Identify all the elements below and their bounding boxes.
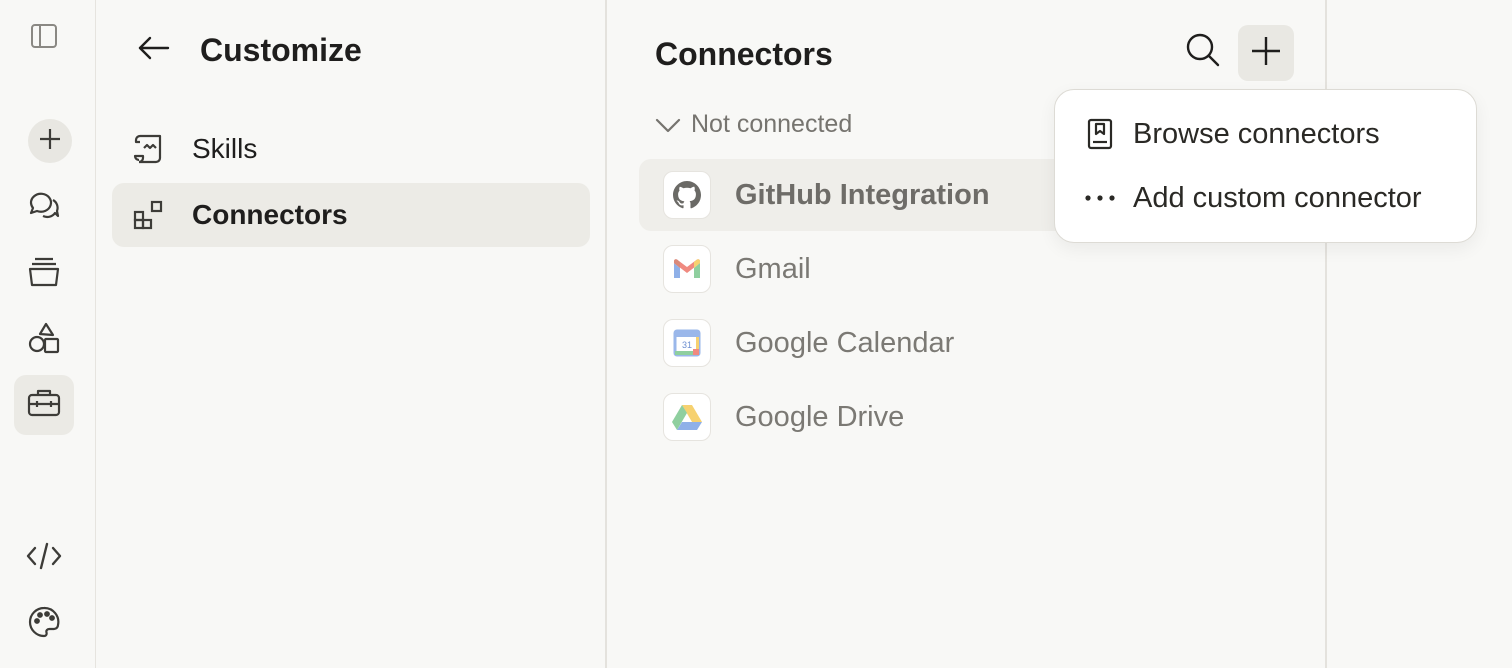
github-icon: [663, 171, 711, 219]
artifacts-button[interactable]: [14, 310, 74, 370]
blocks-icon: [132, 198, 196, 232]
gmail-icon: [663, 245, 711, 293]
nav-item-connectors[interactable]: Connectors: [112, 183, 590, 247]
scroll-icon: [132, 132, 196, 166]
add-connector-button[interactable]: [1238, 25, 1294, 81]
sidebar-toggle-button[interactable]: [14, 8, 74, 68]
connector-name: Google Calendar: [735, 326, 955, 359]
nav-item-label: Connectors: [192, 199, 348, 230]
add-custom-connector-item[interactable]: Add custom connector: [1083, 174, 1422, 222]
code-button[interactable]: [14, 528, 74, 588]
svg-text:31: 31: [682, 340, 692, 350]
stack-icon: [27, 255, 61, 294]
plus-icon: [38, 127, 62, 156]
back-button[interactable]: [134, 30, 174, 70]
add-connector-menu: Browse connectors Add custom connector: [1054, 89, 1477, 243]
menu-item-label: Browse connectors: [1133, 117, 1380, 150]
plus-icon: [1250, 35, 1282, 72]
briefcase-icon: [26, 385, 62, 426]
page-title: Customize: [200, 32, 362, 68]
projects-button[interactable]: [14, 244, 74, 304]
search-icon: [1185, 32, 1221, 73]
customize-panel: Customize Skills Connectors: [96, 0, 607, 668]
connector-name: GitHub Integration: [735, 178, 990, 211]
book-bookmark-icon: [1083, 118, 1117, 150]
nav-item-label: Skills: [192, 133, 258, 164]
connector-row-google-calendar[interactable]: 31 Google Calendar: [639, 307, 1299, 379]
chat-bubbles-icon: [27, 189, 61, 228]
theme-button[interactable]: [14, 594, 74, 654]
connector-name: Google Drive: [735, 400, 905, 433]
browse-connectors-item[interactable]: Browse connectors: [1083, 110, 1380, 158]
shapes-icon: [26, 320, 62, 361]
new-chat-button[interactable]: [28, 119, 72, 163]
section-label: Not connected: [691, 110, 853, 138]
menu-item-label: Add custom connector: [1133, 181, 1422, 214]
chats-button[interactable]: [14, 178, 74, 238]
connector-name: Gmail: [735, 252, 811, 285]
more-dots-icon: [1083, 194, 1117, 202]
chevron-down-icon: [655, 117, 681, 133]
icon-rail: [0, 0, 96, 668]
search-button[interactable]: [1179, 28, 1227, 76]
customize-button[interactable]: [14, 375, 74, 435]
google-calendar-icon: 31: [663, 319, 711, 367]
palette-icon: [27, 605, 61, 644]
connectors-title: Connectors: [655, 36, 833, 72]
nav-item-skills[interactable]: Skills: [112, 117, 590, 181]
arrow-left-icon: [138, 36, 170, 65]
google-drive-icon: [663, 393, 711, 441]
code-icon: [26, 541, 62, 576]
connector-row-google-drive[interactable]: Google Drive: [639, 381, 1299, 453]
not-connected-toggle[interactable]: Not connected: [655, 110, 852, 139]
connector-row-gmail[interactable]: Gmail: [639, 233, 1299, 305]
sidebar-toggle-icon: [30, 22, 58, 55]
